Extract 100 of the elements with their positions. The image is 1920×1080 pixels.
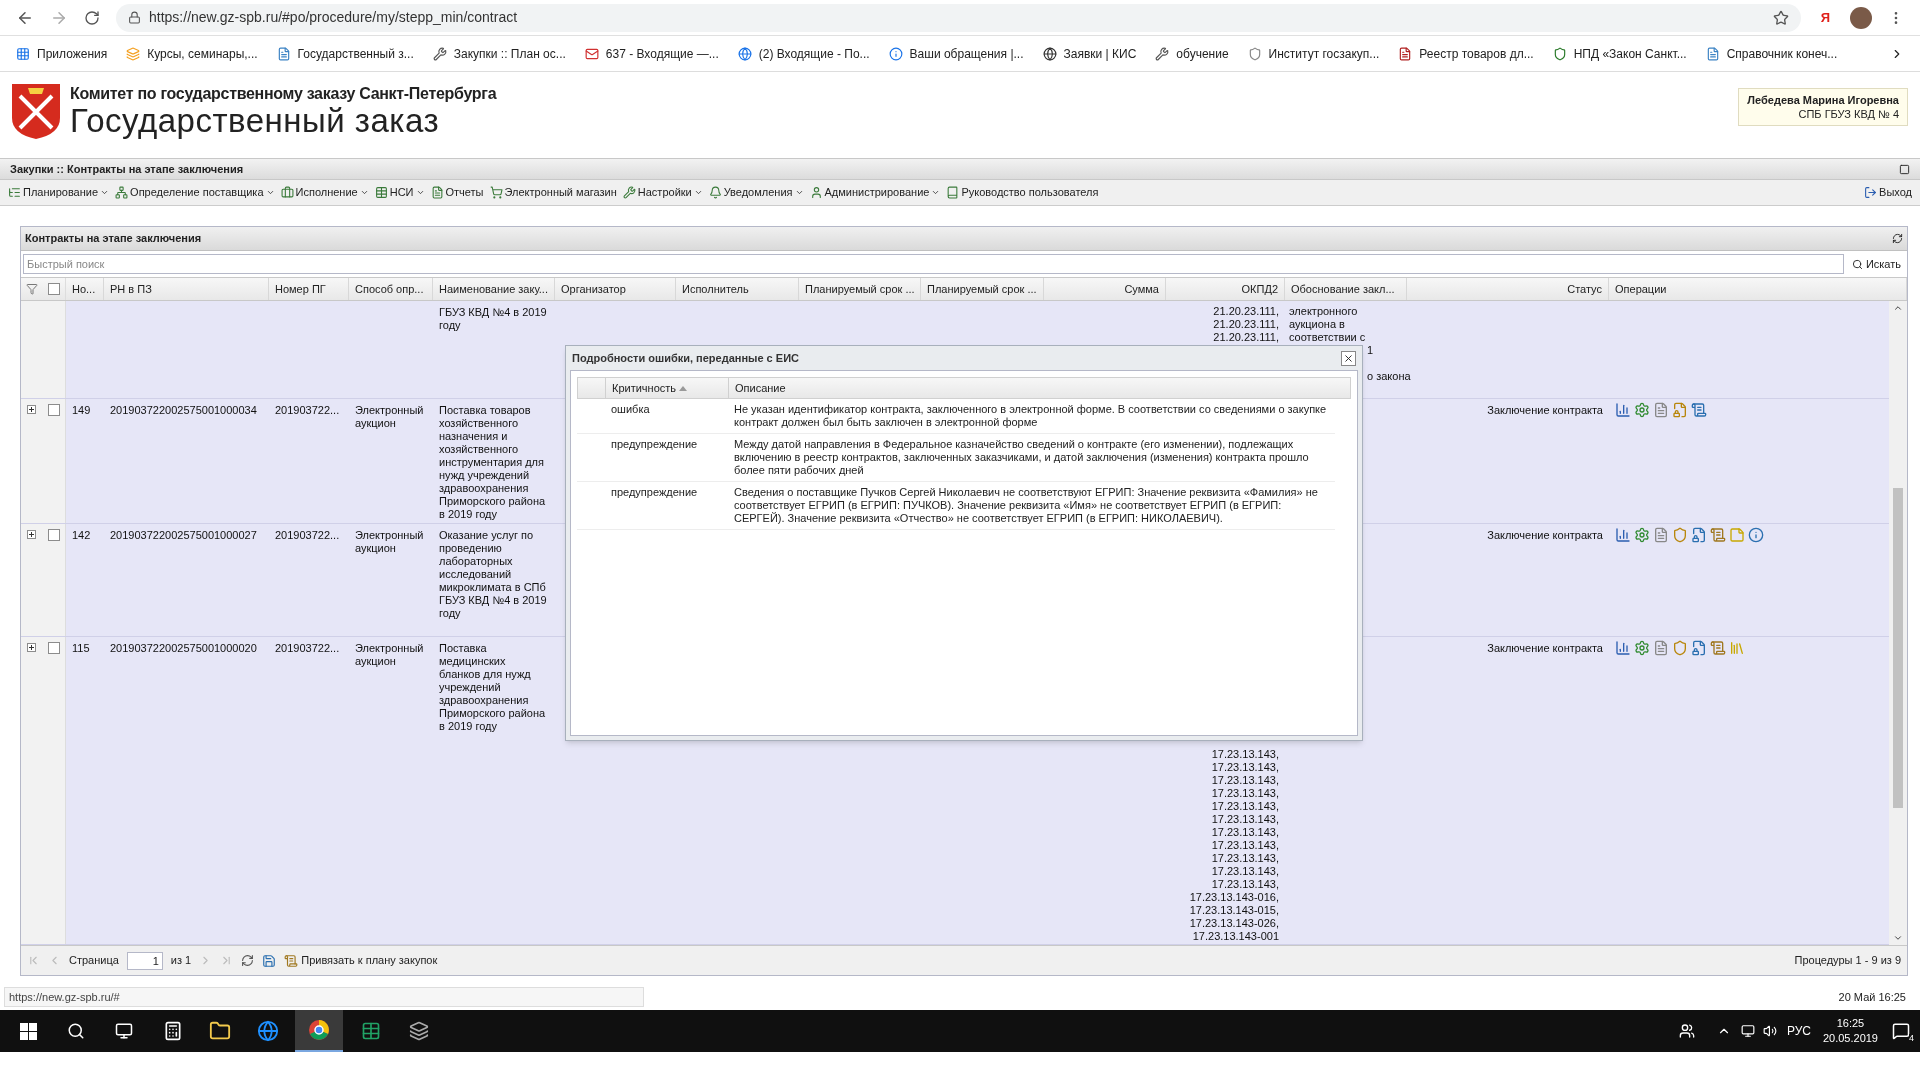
menu-item[interactable]: Руководство пользователя [946, 184, 1099, 201]
checkbox[interactable] [47, 404, 60, 416]
calculator-icon[interactable] [163, 1021, 183, 1041]
menu-item[interactable]: Отчеты [430, 184, 484, 201]
bookmark-link[interactable]: (2) Входящие - По... [737, 44, 870, 63]
refresh-icon[interactable] [1892, 233, 1903, 244]
scrollbar[interactable] [1889, 301, 1907, 945]
expand-icon[interactable] [27, 530, 36, 539]
chart-icon[interactable] [1615, 402, 1631, 418]
bookmark-link[interactable]: Государственный з... [276, 44, 414, 63]
expand-icon[interactable] [27, 405, 36, 414]
column-header[interactable]: Обоснование закл... [1285, 278, 1407, 300]
star-icon[interactable] [1772, 9, 1789, 26]
column-header[interactable]: Планируемый срок ... [921, 278, 1044, 300]
extension-button[interactable]: Я [1816, 7, 1834, 28]
bookmark-link[interactable]: Справочник конеч... [1705, 44, 1838, 63]
scroll-up-icon[interactable] [1893, 303, 1903, 313]
column-header[interactable]: РН в ПЗ [104, 278, 269, 300]
windows-logo-icon[interactable] [20, 1022, 37, 1040]
menu-item[interactable]: Планирование [8, 184, 110, 201]
chart-icon[interactable] [1615, 527, 1631, 543]
language-indicator[interactable]: РУС [1786, 1022, 1811, 1040]
menu-item[interactable]: Настройки [622, 184, 703, 201]
column-header[interactable]: Операции [1609, 278, 1907, 300]
column-header[interactable]: Наименование заку... [433, 278, 555, 300]
scroll-icon[interactable] [1710, 527, 1726, 543]
menu-item[interactable]: Электронный магазин [489, 184, 617, 201]
column-header[interactable]: Сумма [1044, 278, 1166, 300]
menu-item[interactable]: Администрирование [809, 184, 941, 201]
column-header[interactable]: ОКПД2 [1166, 278, 1285, 300]
bookmark-link[interactable]: 637 - Входящие —... [584, 44, 719, 63]
page-icon[interactable] [1653, 640, 1669, 656]
menu-item[interactable]: Уведомления [708, 184, 804, 201]
column-header[interactable]: Критичность [606, 378, 729, 398]
shield-icon[interactable] [1672, 527, 1688, 543]
bookmark-link[interactable]: Ваши обращения |... [888, 44, 1024, 63]
active-app-tile[interactable] [295, 1010, 343, 1052]
spreadsheet-icon[interactable] [361, 1021, 381, 1041]
search-icon[interactable] [67, 1022, 85, 1040]
folder-icon[interactable] [209, 1020, 231, 1042]
task-view-icon[interactable] [115, 1022, 133, 1040]
logout-button[interactable]: Выход [1864, 184, 1912, 201]
maximize-icon[interactable] [1899, 163, 1910, 175]
column-header[interactable]: Но... [66, 278, 104, 300]
column-header[interactable]: Номер ПГ [269, 278, 349, 300]
table-cell: 21.20.23.111, [1213, 305, 1279, 318]
page-icon[interactable] [1653, 402, 1669, 418]
menu-item[interactable]: Исполнение [280, 184, 369, 201]
bind-plan-button[interactable]: Привязать к плану закупок [284, 952, 438, 969]
scroll-icon[interactable] [1710, 640, 1726, 656]
checkbox[interactable] [47, 642, 60, 654]
close-button[interactable] [1341, 350, 1356, 366]
table-cell: 201903722002575001000027 [110, 529, 257, 541]
gear-icon[interactable] [1634, 640, 1650, 656]
column-header[interactable]: Планируемый срок ... [799, 278, 921, 300]
browser-icon[interactable] [257, 1020, 279, 1042]
address-bar[interactable]: https://new.gz-spb.ru/#po/procedure/my/stepp_min/contract [116, 3, 1801, 32]
profile-avatar[interactable] [1850, 6, 1872, 29]
bookmark-link[interactable]: Приложения [16, 44, 108, 63]
bookmark-link[interactable]: обучение [1155, 44, 1229, 63]
column-header[interactable]: Исполнитель [676, 278, 799, 300]
table-cell: 21.20.23.111, [1213, 331, 1279, 344]
chart-icon[interactable] [1615, 640, 1631, 656]
volume-icon[interactable] [1762, 1024, 1777, 1038]
app-icon[interactable] [409, 1021, 429, 1041]
menu-item[interactable]: НСИ [374, 184, 425, 201]
locked-file-icon[interactable] [1691, 527, 1707, 543]
bookmark-link[interactable]: Институт госзакуп... [1247, 44, 1380, 63]
clock[interactable]: 16:25 20.05.2019 [1822, 1016, 1878, 1046]
filter-icon[interactable] [25, 283, 38, 295]
locked-file-icon[interactable] [1672, 402, 1688, 418]
page-field[interactable]: 1 [126, 951, 163, 970]
bookmark-link[interactable]: Реестр товаров дл... [1398, 44, 1534, 63]
bookmark-link[interactable]: Курсы, семинары,... [126, 44, 258, 63]
column-header[interactable]: Организатор [555, 278, 676, 300]
checkbox[interactable] [47, 283, 60, 295]
caret-icon [359, 188, 369, 197]
search-field[interactable]: Быстрый поиск [23, 254, 1844, 274]
refresh-icon[interactable] [241, 954, 255, 967]
bookmark-link[interactable]: НПД «Закон Санкт... [1552, 44, 1687, 63]
expand-icon[interactable] [27, 643, 36, 652]
column-header[interactable]: Способ опр... [349, 278, 433, 300]
search-button[interactable]: Искать [1847, 255, 1905, 273]
info-icon[interactable] [1748, 527, 1764, 543]
checkbox[interactable] [47, 529, 60, 541]
reload-icon[interactable] [84, 9, 100, 26]
menu-item[interactable]: Определение поставщика [115, 184, 275, 201]
column-header[interactable]: Статус [1407, 278, 1609, 300]
scroll-icon[interactable] [1691, 402, 1707, 418]
gear-icon[interactable] [1634, 402, 1650, 418]
column-header[interactable]: Описание [729, 378, 1350, 398]
save-icon[interactable] [262, 953, 277, 968]
locked-file-icon[interactable] [1691, 640, 1707, 656]
page-icon[interactable] [1653, 527, 1669, 543]
shield-icon[interactable] [1672, 640, 1688, 656]
people-icon[interactable] [1678, 1023, 1695, 1039]
gear-icon[interactable] [1634, 527, 1650, 543]
scroll-down-icon[interactable] [1893, 933, 1903, 943]
bookmark-link[interactable]: Закупки :: План ос... [432, 44, 566, 63]
bookmark-link[interactable]: Заявки | КИС [1042, 44, 1137, 63]
